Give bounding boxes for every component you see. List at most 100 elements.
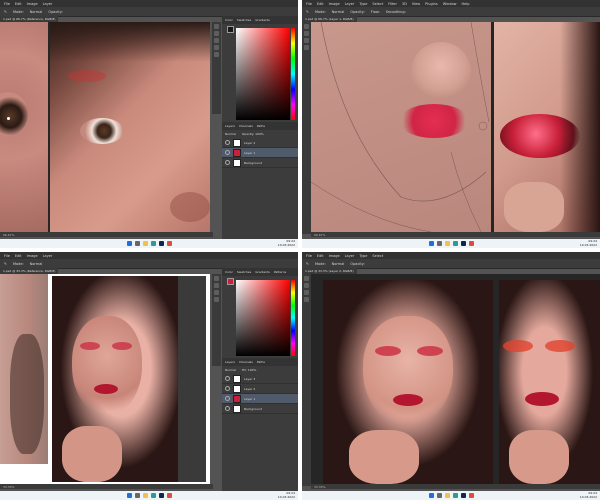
explorer-icon[interactable] xyxy=(142,241,148,246)
tab-color[interactable]: Color xyxy=(225,270,233,274)
layer-row[interactable]: Layer 2 xyxy=(222,384,298,394)
blend-mode-select[interactable]: Normal xyxy=(225,368,236,372)
zoom-tool-icon[interactable] xyxy=(214,52,219,57)
tab-layers[interactable]: Layers xyxy=(225,124,235,128)
tab-gradients[interactable]: Gradients xyxy=(255,270,270,274)
search-icon[interactable] xyxy=(134,241,140,246)
edge-icon[interactable] xyxy=(452,493,458,498)
menu-view[interactable]: View xyxy=(412,2,420,6)
canvas-area[interactable] xyxy=(0,274,210,484)
explorer-icon[interactable] xyxy=(142,493,148,498)
search-icon[interactable] xyxy=(436,493,442,498)
move-tool-icon[interactable] xyxy=(304,24,309,29)
chrome-icon[interactable] xyxy=(166,241,172,246)
menu-select[interactable]: Select xyxy=(372,254,383,258)
option-mode-value[interactable]: Normal xyxy=(332,10,345,14)
menu-edit[interactable]: Edit xyxy=(15,2,22,6)
photoshop-icon[interactable] xyxy=(158,493,164,498)
menu-layer[interactable]: Layer xyxy=(345,2,355,6)
layer-row[interactable]: Background xyxy=(222,404,298,414)
chrome-icon[interactable] xyxy=(468,241,474,246)
tab-swatches[interactable]: Swatches xyxy=(237,270,251,274)
option-mode-value[interactable]: Normal xyxy=(332,262,345,266)
system-clock[interactable]: 09:24 10.03.2022 xyxy=(278,491,295,499)
menu-image[interactable]: Image xyxy=(27,254,38,258)
tab-swatches[interactable]: Swatches xyxy=(237,18,251,22)
menu-edit[interactable]: Edit xyxy=(317,254,324,258)
color-field[interactable] xyxy=(236,28,290,120)
menu-layer[interactable]: Layer xyxy=(43,2,53,6)
menu-layer[interactable]: Layer xyxy=(345,254,355,258)
eye-icon[interactable] xyxy=(225,140,230,145)
smudge-tool-icon[interactable] xyxy=(304,297,309,302)
menu-image[interactable]: Image xyxy=(329,254,340,258)
layer-row[interactable]: Layer 3 xyxy=(222,374,298,384)
brush-tool-icon[interactable] xyxy=(304,31,309,36)
layer-row[interactable]: Background xyxy=(222,158,298,168)
photoshop-icon[interactable] xyxy=(158,241,164,246)
menu-file[interactable]: File xyxy=(306,2,312,6)
brush-tool-icon[interactable]: ✎ xyxy=(306,262,309,266)
smudge-tool-icon[interactable] xyxy=(304,45,309,50)
tab-gradients[interactable]: Gradients xyxy=(255,18,270,22)
brush-tool-icon[interactable]: ✎ xyxy=(306,10,309,14)
eraser-tool-icon[interactable] xyxy=(304,38,309,43)
eyedropper-tool-icon[interactable] xyxy=(214,297,219,302)
menu-layer[interactable]: Layer xyxy=(43,254,53,258)
edge-icon[interactable] xyxy=(150,493,156,498)
hue-slider[interactable] xyxy=(291,280,295,356)
canvas-area[interactable] xyxy=(311,22,600,232)
windows-icon[interactable] xyxy=(126,241,132,246)
eye-icon[interactable] xyxy=(225,150,230,155)
move-tool-icon[interactable] xyxy=(214,24,219,29)
move-tool-icon[interactable] xyxy=(214,276,219,281)
brush-tool-icon[interactable]: ✎ xyxy=(4,262,7,266)
tab-channels[interactable]: Channels xyxy=(239,360,253,364)
canvas-area[interactable] xyxy=(311,274,600,484)
chrome-icon[interactable] xyxy=(166,493,172,498)
menu-file[interactable]: File xyxy=(4,2,10,6)
brush-tool-icon[interactable] xyxy=(214,31,219,36)
canvas-area[interactable] xyxy=(0,22,210,232)
windows-icon[interactable] xyxy=(428,241,434,246)
photoshop-icon[interactable] xyxy=(460,241,466,246)
menu-filter[interactable]: Filter xyxy=(388,2,397,6)
eraser-tool-icon[interactable] xyxy=(304,290,309,295)
eye-icon[interactable] xyxy=(225,386,230,391)
menu-select[interactable]: Select xyxy=(372,2,383,6)
menu-help[interactable]: Help xyxy=(462,2,470,6)
system-clock[interactable]: 09:24 10.03.2022 xyxy=(580,491,597,499)
eye-icon[interactable] xyxy=(225,396,230,401)
menu-3d[interactable]: 3D xyxy=(402,2,407,6)
layer-row[interactable]: Layer 2 xyxy=(222,138,298,148)
explorer-icon[interactable] xyxy=(444,493,450,498)
layer-row[interactable]: Layer 1 xyxy=(222,148,298,158)
menu-file[interactable]: File xyxy=(4,254,10,258)
move-tool-icon[interactable] xyxy=(304,276,309,281)
brush-tool-icon[interactable] xyxy=(304,283,309,288)
menu-window[interactable]: Window xyxy=(443,2,457,6)
menu-image[interactable]: Image xyxy=(329,2,340,6)
menu-edit[interactable]: Edit xyxy=(317,2,324,6)
brush-tool-icon[interactable]: ✎ xyxy=(4,10,7,14)
brush-tool-icon[interactable] xyxy=(214,283,219,288)
foreground-color-swatch[interactable] xyxy=(227,278,234,285)
windows-icon[interactable] xyxy=(126,493,132,498)
search-icon[interactable] xyxy=(436,241,442,246)
explorer-icon[interactable] xyxy=(444,241,450,246)
tab-paths[interactable]: Paths xyxy=(257,360,265,364)
eye-icon[interactable] xyxy=(225,406,230,411)
option-mode-value[interactable]: Normal xyxy=(30,10,43,14)
edge-icon[interactable] xyxy=(150,241,156,246)
layer-row[interactable]: Layer 1 xyxy=(222,394,298,404)
system-clock[interactable]: 09:24 10.03.2022 xyxy=(580,239,597,247)
opacity-field[interactable]: Opacity: 100% xyxy=(242,132,264,136)
hue-slider[interactable] xyxy=(291,28,295,120)
option-mode-value[interactable]: Normal xyxy=(30,262,43,266)
tab-paths[interactable]: Paths xyxy=(257,124,265,128)
blend-mode-select[interactable]: Normal xyxy=(225,132,236,136)
tab-patterns[interactable]: Patterns xyxy=(274,270,286,274)
eyedropper-tool-icon[interactable] xyxy=(214,45,219,50)
system-clock[interactable]: 09:24 10.03.2022 xyxy=(278,239,295,247)
eye-icon[interactable] xyxy=(225,376,230,381)
